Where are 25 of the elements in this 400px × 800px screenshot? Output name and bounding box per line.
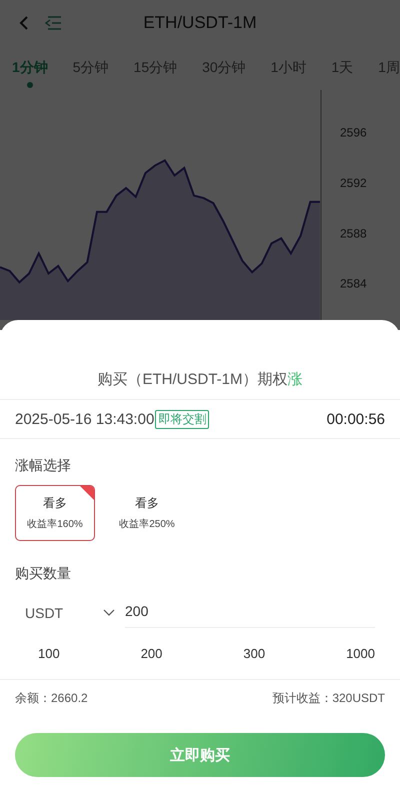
section-label: 涨幅选择 [14,457,72,475]
option-card[interactable]: 看多 收益率250% [107,485,187,541]
axis-label: 2596 [340,126,367,140]
expected-profit: 预计收益：320USDT [272,690,385,707]
delivery-time: 2025-05-16 13:43:00 [15,410,154,428]
back-icon[interactable] [18,14,30,30]
axis-label: 2592 [340,176,367,190]
preset-amount[interactable]: 200 [140,646,162,661]
menu-icon[interactable] [44,14,62,30]
preset-amount[interactable]: 1000 [346,646,375,661]
preset-amount[interactable]: 300 [243,646,266,661]
status-badge: 即将交割 [155,410,210,428]
axis-label: 2588 [340,226,367,240]
axis-label: 2584 [340,276,367,291]
option-card[interactable]: 看多 收益率160% [15,485,95,541]
chevron-down-icon [103,608,115,616]
currency-select[interactable]: USDT [25,604,115,620]
countdown: 00:00:56 [326,410,385,428]
direction-label: 涨 [288,370,302,389]
page-title: ETH/USDT-1M [143,12,257,32]
balance-text: 余额：2660.2 [15,690,88,707]
preset-amount[interactable]: 100 [38,646,60,661]
section-label: 购买数量 [14,565,72,583]
corner-flag-icon [80,486,94,500]
sheet-title: 购买（ETH/USDT-1M）期权 [97,370,288,389]
